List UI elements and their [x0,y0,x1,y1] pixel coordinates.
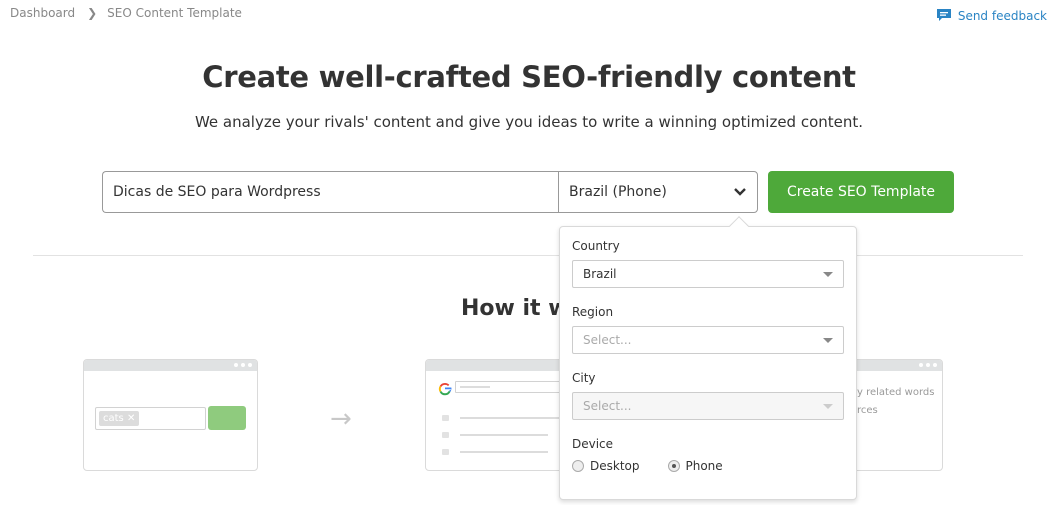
device-radio-group: Desktop Phone [572,459,723,473]
step-card-enter-keyword: cats ✕ [83,359,258,471]
card-title-bar [426,360,564,371]
breadcrumb-dashboard-link[interactable]: Dashboard [10,6,75,20]
send-feedback-label: Send feedback [957,8,1047,23]
chevron-down-icon [734,188,746,196]
device-option-label: Phone [685,459,723,473]
chevron-right-icon: ❯ [87,6,98,20]
database-select[interactable]: Brazil (Phone) [558,171,758,213]
create-seo-template-button[interactable]: Create SEO Template [768,171,954,213]
device-radio-phone[interactable]: Phone [667,459,723,473]
region-select[interactable]: Select... [572,326,844,354]
database-popover: Country Brazil Region Select... City Sel… [559,216,857,500]
popover-caret [729,216,749,236]
send-feedback-link[interactable]: Send feedback [936,8,1047,23]
city-select-placeholder: Select... [583,399,632,413]
device-label: Device [572,437,614,451]
breadcrumb: Dashboard ❯ SEO Content Template [10,6,242,20]
breadcrumb-current: SEO Content Template [107,6,242,20]
keyword-input[interactable] [102,171,559,213]
chat-bubble-icon [936,9,951,21]
step-card-analyze-google [425,359,565,471]
page-subtitle: We analyze your rivals' content and give… [194,113,864,131]
country-select[interactable]: Brazil [572,260,844,288]
city-select[interactable]: Select... [572,392,844,420]
region-select-placeholder: Select... [583,333,632,347]
caret-down-icon [823,338,833,343]
caret-down-icon [823,272,833,277]
illustration-tag: cats ✕ [99,411,140,426]
illustration-result-row [442,449,562,455]
illustration-result-row [442,432,562,438]
illustration-result-row [442,415,564,421]
country-select-value: Brazil [583,267,617,281]
card-text: y related words [857,387,935,398]
card-title-bar [84,360,257,371]
illustration-button [208,406,246,430]
google-logo-icon [438,382,452,396]
country-label: Country [572,239,620,253]
card-text: rces [857,405,878,416]
radio-checked-icon [667,460,680,472]
city-label: City [572,371,596,385]
radio-unchecked-icon [572,460,584,472]
database-select-value: Brazil (Phone) [569,184,667,200]
section-divider [33,255,1023,256]
illustration-search-bar [455,381,564,393]
device-option-label: Desktop [590,459,640,473]
window-dots-icon [919,363,937,367]
page-title: Create well-crafted SEO-friendly content [202,60,856,94]
window-dots-icon [234,363,252,367]
device-radio-desktop[interactable]: Desktop [572,459,640,473]
illustration-input: cats ✕ [95,407,206,430]
arrow-right-icon: → [330,404,352,434]
region-label: Region [572,305,614,319]
caret-down-icon [823,404,833,409]
